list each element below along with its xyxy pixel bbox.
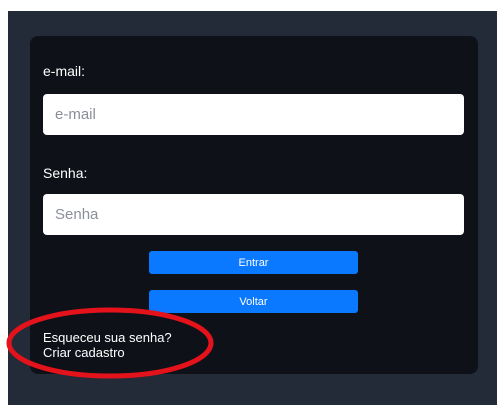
forgot-password-link[interactable]: Esqueceu sua senha? — [43, 330, 172, 345]
email-input[interactable] — [43, 94, 464, 135]
back-button[interactable]: Voltar — [149, 290, 358, 313]
login-button[interactable]: Entrar — [149, 251, 358, 274]
password-label: Senha: — [43, 165, 88, 181]
signup-link[interactable]: Criar cadastro — [43, 345, 125, 360]
email-label: e-mail: — [43, 63, 86, 79]
password-input[interactable] — [43, 194, 464, 235]
